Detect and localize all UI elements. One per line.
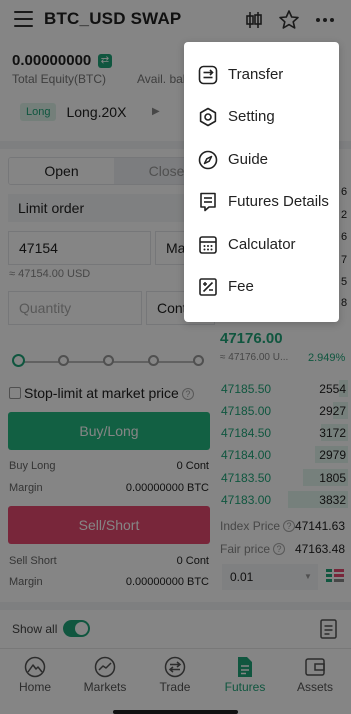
menu-item-label: Futures Details <box>228 193 329 210</box>
menu-item-transfer[interactable]: Transfer <box>184 54 339 96</box>
menu-item-label: Fee <box>228 278 254 295</box>
menu-item-setting[interactable]: Setting <box>184 96 339 138</box>
app-root: BTC_USD SWAP 0.00000000 ⇄ Total Equity(B… <box>0 0 351 714</box>
more-options-menu: Transfer Setting Guide Futures Details C… <box>184 42 339 322</box>
transfer-icon <box>198 65 218 85</box>
menu-item-label: Guide <box>228 151 269 168</box>
fee-icon <box>199 278 217 296</box>
gear-icon <box>199 107 217 127</box>
menu-item-fee[interactable]: Fee <box>184 266 339 308</box>
compass-icon <box>198 150 218 170</box>
menu-item-label: Setting <box>228 108 275 125</box>
menu-item-guide[interactable]: Guide <box>184 139 339 181</box>
document-icon <box>200 192 216 212</box>
home-indicator <box>113 710 238 714</box>
calculator-icon <box>199 236 217 254</box>
menu-item-futures-details[interactable]: Futures Details <box>184 181 339 223</box>
menu-item-calculator[interactable]: Calculator <box>184 224 339 266</box>
menu-item-label: Transfer <box>228 66 284 83</box>
menu-item-label: Calculator <box>228 236 296 253</box>
